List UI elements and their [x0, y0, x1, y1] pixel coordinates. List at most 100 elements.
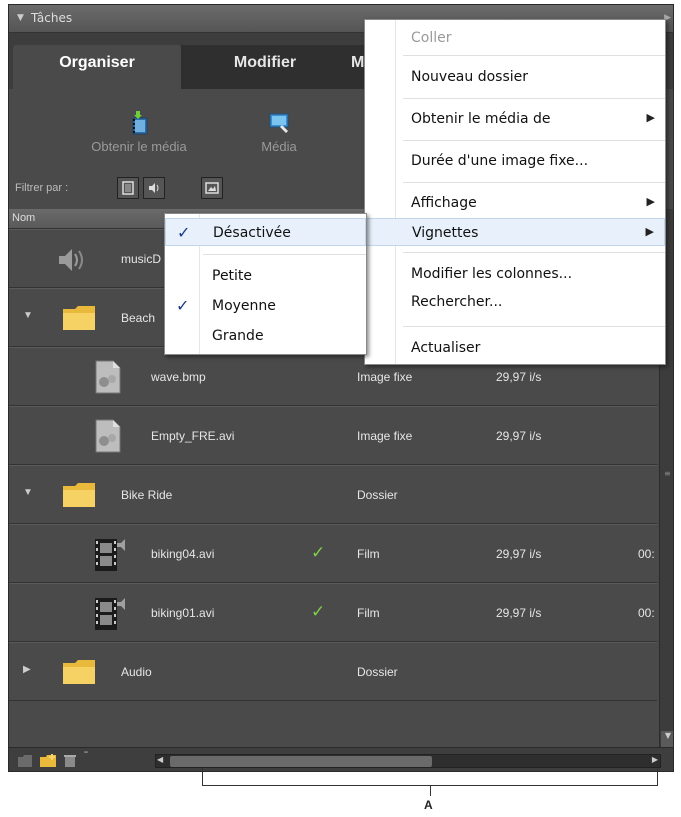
item-type: Dossier [357, 665, 398, 679]
filter-label: Filtrer par : [15, 182, 69, 194]
menu-item-label: Modifier les colonnes... [411, 266, 573, 282]
list-item[interactable]: biking04.avi ✓ Film 29,97 i/s 00: [9, 524, 657, 583]
horizontal-scrollbar[interactable]: ◀ ▶ [155, 754, 661, 768]
menu-item-label: Durée d'une image fixe... [411, 153, 589, 169]
scroll-left-icon[interactable]: ◀ [157, 755, 163, 764]
menu-item-label: Obtenir le média de [411, 111, 551, 127]
item-name: Audio [121, 665, 152, 679]
menu-item-label: Actualiser [411, 340, 481, 356]
menu-item-label: Moyenne [212, 298, 276, 314]
media-icon [269, 113, 289, 133]
item-type: Image fixe [357, 429, 413, 443]
get-media-label: Obtenir le média [91, 139, 187, 154]
collapse-triangle-icon[interactable]: ▼ [17, 13, 24, 23]
item-type: Dossier [357, 488, 398, 502]
filter-image-button[interactable] [201, 177, 223, 199]
menu-item-thumbnails[interactable]: Vignettes ▶ [365, 218, 665, 246]
expand-down-icon[interactable]: ▼ [23, 310, 33, 321]
item-rate: 29,97 i/s [496, 429, 542, 443]
item-duration: 00: [638, 547, 655, 561]
check-icon: ✓ [176, 296, 190, 315]
film-file-icon [95, 539, 125, 571]
list-item[interactable]: ▶ Audio Dossier [9, 642, 657, 701]
submenu-item-small[interactable]: Petite [165, 262, 366, 290]
menu-item-still-duration[interactable]: Durée d'une image fixe... [365, 147, 665, 175]
filter-audio-button[interactable] [143, 177, 165, 199]
context-menu: Coller Nouveau dossier Obtenir le média … [364, 19, 666, 365]
audio-file-icon [59, 249, 83, 271]
menu-item-label: Grande [212, 328, 264, 344]
image-file-icon [95, 419, 121, 453]
item-type: Film [357, 606, 380, 620]
minus-icon[interactable]: ¯ [83, 750, 89, 764]
item-name: musicD [121, 252, 162, 266]
submenu-arrow-icon: ▶ [646, 111, 655, 124]
list-item[interactable]: Empty_FRE.avi Image fixe 29,97 i/s [9, 406, 657, 465]
menu-separator [403, 55, 665, 56]
menu-separator [403, 182, 665, 183]
filter-video-button[interactable] [117, 177, 139, 199]
submenu-item-large[interactable]: Grande [165, 322, 366, 350]
menu-item-get-media-from[interactable]: Obtenir le média de ▶ [365, 105, 665, 133]
get-media-button[interactable]: Obtenir le média [69, 111, 209, 154]
menu-separator [403, 140, 665, 141]
item-name: Bike Ride [121, 488, 173, 502]
tab-organiser[interactable]: Organiser [13, 45, 181, 89]
image-file-icon [95, 360, 121, 394]
new-folder-icon[interactable] [39, 754, 57, 768]
folder-icon [63, 660, 95, 684]
folder-icon [63, 306, 95, 330]
item-rate: 29,97 i/s [496, 370, 542, 384]
menu-item-refresh[interactable]: Actualiser [365, 334, 665, 362]
scroll-thumb[interactable] [170, 756, 432, 767]
film-download-icon [132, 111, 148, 135]
menu-item-label: Nouveau dossier [411, 69, 529, 85]
film-file-icon [95, 598, 125, 630]
menu-item-label: Coller [411, 30, 452, 46]
submenu-item-medium[interactable]: ✓ Moyenne [165, 292, 366, 320]
item-duration: 00: [638, 606, 655, 620]
thumbnails-submenu: ✓ Désactivée Petite ✓ Moyenne Grande [164, 213, 367, 355]
tab-modifier[interactable]: Modifier [181, 45, 349, 89]
list-item[interactable]: ▼ Bike Ride Dossier [9, 465, 657, 524]
item-rate: 29,97 i/s [496, 547, 542, 561]
column-name[interactable]: Nom [12, 212, 35, 224]
submenu-arrow-icon: ▶ [646, 195, 655, 208]
scroll-down-icon[interactable]: ▼ [661, 731, 673, 747]
callout-label: A [424, 798, 433, 812]
menu-item-new-folder[interactable]: Nouveau dossier [365, 63, 665, 91]
menu-item-display[interactable]: Affichage ▶ [365, 189, 665, 217]
folder-icon [63, 483, 95, 507]
delete-icon[interactable] [63, 754, 77, 768]
menu-item-coller[interactable]: Coller [365, 24, 665, 52]
menu-separator [403, 252, 665, 253]
menu-item-edit-columns[interactable]: Modifier les colonnes... [365, 260, 665, 288]
submenu-arrow-icon: ▶ [645, 225, 654, 238]
menu-item-label: Désactivée [213, 225, 291, 241]
image-icon [205, 182, 219, 194]
media-button[interactable]: Média [239, 111, 319, 154]
speaker-icon [149, 183, 159, 193]
callout-bracket [202, 768, 658, 786]
item-rate: 29,97 i/s [496, 606, 542, 620]
panel-title: Tâches [31, 11, 73, 25]
menu-item-label: Vignettes [412, 225, 479, 241]
in-use-check-icon: ✓ [311, 543, 326, 562]
check-icon: ✓ [177, 223, 191, 242]
trash-bin-icon[interactable] [17, 754, 33, 768]
item-name: Empty_FRE.avi [151, 429, 235, 443]
item-type: Image fixe [357, 370, 413, 384]
menu-separator [403, 98, 665, 99]
callout-stem [430, 786, 431, 796]
expand-right-icon[interactable]: ▶ [23, 664, 31, 675]
submenu-item-disabled[interactable]: ✓ Désactivée [165, 218, 366, 246]
list-item[interactable]: biking01.avi ✓ Film 29,97 i/s 00: [9, 583, 657, 642]
media-label: Média [261, 139, 297, 154]
item-type: Film [357, 547, 380, 561]
menu-item-search[interactable]: Rechercher... [365, 288, 665, 316]
item-name: biking04.avi [151, 547, 215, 561]
menu-item-label: Rechercher... [411, 294, 503, 310]
item-name: wave.bmp [151, 370, 206, 384]
scroll-right-icon[interactable]: ▶ [652, 755, 658, 764]
expand-down-icon[interactable]: ▼ [23, 487, 33, 498]
